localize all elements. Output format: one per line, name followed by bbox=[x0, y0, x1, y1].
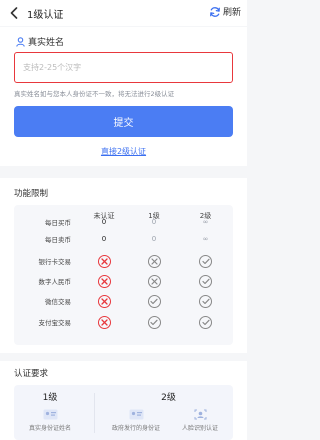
status-cell bbox=[178, 315, 233, 329]
allowed-icon bbox=[199, 315, 212, 329]
requirements-box: 1级 真实身份证姓名 2级 政府发行的身份证 人脸识别认证 bbox=[14, 385, 233, 440]
status-cell bbox=[130, 254, 178, 268]
value-cell: 0 bbox=[151, 235, 157, 243]
value-cell: 0 bbox=[101, 235, 107, 243]
status-cell bbox=[78, 274, 130, 288]
back-icon[interactable] bbox=[4, 0, 24, 26]
requirement-item: 政府发行的身份证 bbox=[104, 409, 168, 432]
denied-icon bbox=[97, 294, 111, 308]
refresh-label: 刷新 bbox=[222, 8, 241, 18]
denied-icon bbox=[97, 315, 111, 329]
table-row: 每日卖币 0 0 ∞ bbox=[14, 228, 233, 250]
limits-table: 未认证 1级 2级 每日买币 0 0 ∞ 每日卖币 0 0 ∞ 银行卡交易 数字人民币 微信交易 支付… bbox=[14, 205, 233, 345]
level2-requirements: 2级 政府发行的身份证 人脸识别认证 bbox=[104, 385, 233, 440]
user-icon bbox=[16, 36, 25, 47]
name-label: 真实姓名 bbox=[28, 38, 65, 48]
direct-level2-link[interactable]: 直接2级认证 bbox=[0, 146, 247, 157]
allowed-icon bbox=[147, 294, 161, 308]
denied-icon bbox=[147, 254, 161, 268]
allowed-icon bbox=[199, 294, 212, 308]
status-cell bbox=[178, 254, 233, 268]
status-cell bbox=[178, 294, 233, 308]
refresh-icon bbox=[210, 6, 220, 17]
level1-requirements: 1级 真实身份证姓名 bbox=[14, 385, 86, 440]
submit-button[interactable]: 提交 bbox=[14, 106, 233, 137]
row-label: 支付宝交易 bbox=[38, 319, 72, 327]
status-cell bbox=[130, 294, 178, 308]
denied-icon bbox=[97, 254, 111, 268]
value-cell: 0 bbox=[101, 218, 107, 226]
name-hint: 真实姓名如与您本人身份证不一致，将无法进行2级认证 bbox=[14, 90, 175, 98]
section-title: 认证要求 bbox=[14, 369, 49, 379]
feature-limits-section: 功能限制 未认证 1级 2级 每日买币 0 0 ∞ 每日卖币 0 0 ∞ 银行卡交易 数字人民币微… bbox=[0, 178, 247, 353]
allowed-icon bbox=[199, 254, 212, 268]
status-cell bbox=[178, 274, 233, 288]
name-form: 真实姓名 支持2-25个汉字 真实姓名如与您本人身份证不一致，将无法进行2级认证… bbox=[0, 27, 247, 166]
requirement-item: 人脸识别认证 bbox=[168, 409, 232, 432]
id-card-icon bbox=[43, 409, 58, 420]
allowed-icon bbox=[199, 274, 212, 288]
face-scan-icon bbox=[193, 409, 208, 420]
requirement-text: 人脸识别认证 bbox=[181, 425, 218, 432]
table-row: 支付宝交易 bbox=[14, 311, 233, 333]
top-bar: 1级认证 刷新 bbox=[0, 0, 247, 26]
name-label-row: 真实姓名 bbox=[16, 35, 64, 48]
denied-icon bbox=[147, 274, 161, 288]
divider bbox=[94, 393, 95, 433]
table-row: 银行卡交易 bbox=[14, 250, 233, 272]
table-row: 微信交易 bbox=[14, 290, 233, 312]
status-cell bbox=[130, 274, 178, 288]
requirement-item: 真实身份证姓名 bbox=[18, 409, 82, 432]
level-label: 1级 bbox=[42, 393, 58, 403]
allowed-icon bbox=[147, 315, 161, 329]
row-label: 银行卡交易 bbox=[38, 258, 72, 266]
status-cell bbox=[130, 315, 178, 329]
requirement-text: 政府发行的身份证 bbox=[111, 425, 160, 432]
requirements-section: 认证要求 1级 真实身份证姓名 2级 政府发行的身份证 人脸识别认证 bbox=[0, 361, 247, 440]
row-label: 每日买币 bbox=[45, 219, 71, 227]
id-document-icon bbox=[129, 409, 144, 420]
value-cell: 0 bbox=[151, 218, 157, 226]
row-label: 微信交易 bbox=[45, 298, 71, 306]
table-row: 数字人民币 bbox=[14, 270, 233, 292]
level-label: 2级 bbox=[161, 393, 176, 403]
section-title: 功能限制 bbox=[14, 189, 49, 199]
status-cell bbox=[78, 294, 130, 308]
value-cell: ∞ bbox=[202, 218, 209, 226]
status-cell bbox=[78, 254, 130, 268]
value-cell: ∞ bbox=[202, 235, 209, 243]
refresh-button[interactable]: 刷新 bbox=[209, 5, 241, 18]
requirement-text: 真实身份证姓名 bbox=[28, 425, 71, 432]
status-cell bbox=[78, 315, 130, 329]
page-title: 1级认证 bbox=[27, 9, 64, 21]
row-label: 数字人民币 bbox=[38, 278, 72, 286]
name-input[interactable]: 支持2-25个汉字 bbox=[14, 52, 233, 83]
row-label: 每日卖币 bbox=[45, 236, 71, 244]
denied-icon bbox=[97, 274, 111, 288]
